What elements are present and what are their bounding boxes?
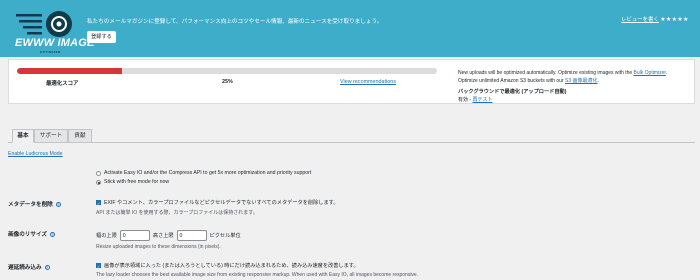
write-review-link[interactable]: レビューを書く: [621, 17, 659, 23]
bulk-optimizer-link[interactable]: Bulk Optimizer: [634, 70, 666, 76]
metadata-description: API または簡単 IO を使用する際、カラープロファイルは保持されます。: [96, 210, 258, 216]
max-width-input[interactable]: 0: [119, 230, 150, 241]
s3-info: Optimize unlimited Amazon S3 buckets wit…: [458, 78, 599, 84]
background-status: 有効 - 再テスト: [458, 97, 493, 103]
lazy-load-description: The lazy loader chooses the best availab…: [96, 272, 419, 278]
subscribe-button[interactable]: 登録する: [87, 31, 116, 43]
resize-inputs: 幅の上限 0 高さ上限 0 ピクセル単位: [96, 230, 241, 241]
auto-optimize-info: New uploads will be optimized automatica…: [458, 70, 668, 76]
resize-description: Resize uploaded images to these dimensio…: [96, 244, 221, 250]
resize-label: 画像のリサイズ?: [8, 232, 55, 238]
metadata-option[interactable]: ✓ EXIF やコメント、カラープロファイルなどピクセルデータでないすべてのメタ…: [96, 199, 339, 206]
view-recommendations-link[interactable]: View recommendations: [340, 79, 396, 85]
header-banner: [0, 0, 700, 57]
score-bar-fill: [17, 68, 122, 74]
ludicrous-mode-link[interactable]: Enable Ludicrous Mode: [8, 151, 63, 157]
tabs-divider: [8, 142, 695, 143]
retest-link[interactable]: 再テスト: [472, 97, 492, 103]
score-label: 最適化スコア: [46, 81, 79, 87]
help-icon[interactable]: ?: [55, 202, 61, 208]
tab-contribute[interactable]: 貢献: [68, 129, 92, 143]
background-optimization-title: バックグラウンドで最適化 (アップロード自動): [458, 89, 567, 95]
free-mode-radio[interactable]: [96, 179, 101, 185]
score-bar: [17, 68, 437, 74]
logo-text: EWWW IMAGE: [15, 37, 95, 49]
mode-option-activate[interactable]: Activate Easy IO and/or the Compress API…: [96, 170, 311, 176]
lazy-load-label: 遅延読み込み?: [8, 265, 50, 271]
rating-stars-icon: ★★★★★: [660, 17, 689, 23]
s3-optimization-link[interactable]: S3 画像最適化: [565, 78, 598, 84]
logo-subtitle: OPTIMIZER: [40, 50, 61, 54]
tab-support[interactable]: サポート: [34, 129, 68, 143]
help-icon[interactable]: ?: [44, 265, 50, 271]
max-height-input[interactable]: 0: [176, 230, 207, 241]
lazy-load-option[interactable]: ✓ 画像が表示領域に入った (または入ろうとしている) 時にだけ読み込まれるため…: [96, 262, 359, 269]
help-icon[interactable]: ?: [50, 232, 55, 238]
tab-basic[interactable]: 基本: [12, 129, 34, 143]
metadata-checkbox[interactable]: ✓: [96, 200, 101, 206]
newsletter-message: 私たちのメールマガジンに登録して、パフォーマンス向上のコツやセール情報、最新のニ…: [87, 19, 383, 25]
metadata-label: メタデータを削除?: [8, 202, 61, 208]
activate-radio[interactable]: [96, 170, 101, 176]
lazy-load-checkbox[interactable]: ✓: [96, 263, 101, 269]
review-area: レビューを書く ★★★★★: [621, 15, 689, 23]
score-value: 25%: [222, 79, 233, 85]
mode-option-free[interactable]: Stick with free mode for now: [96, 179, 169, 185]
